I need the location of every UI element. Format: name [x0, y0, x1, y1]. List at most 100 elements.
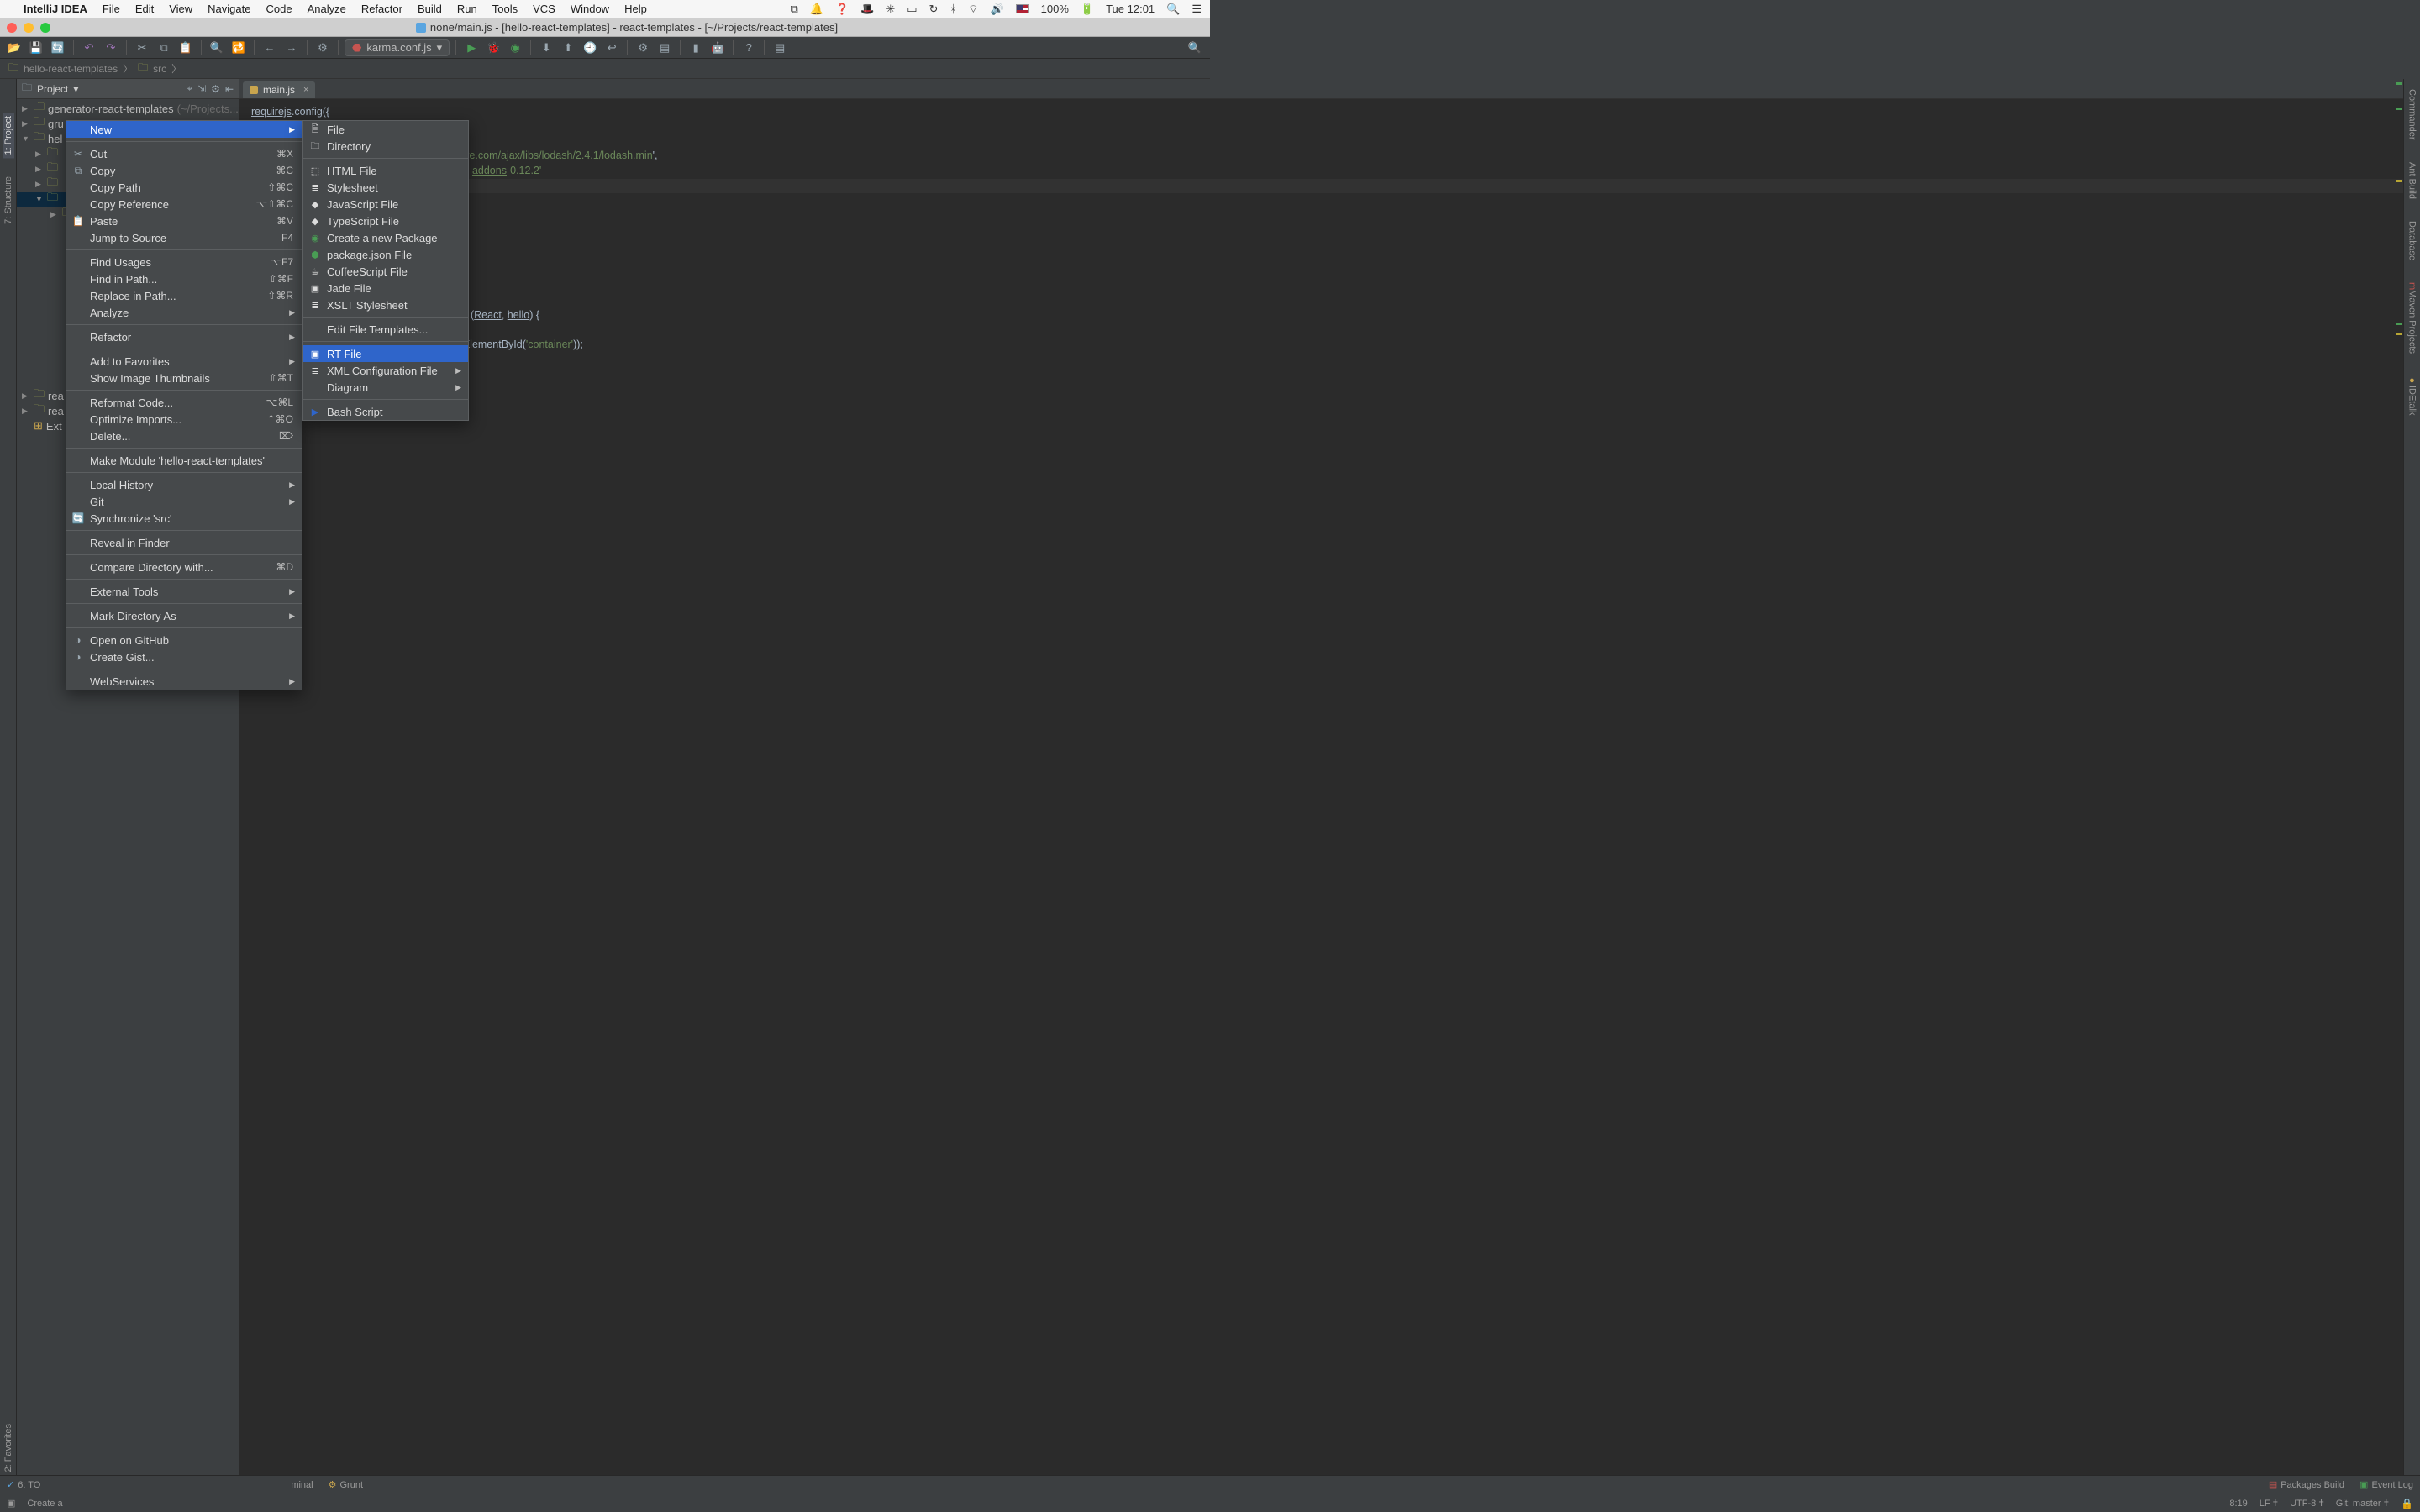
submenu-item-edit-file-templates[interactable]: Edit File Templates... [303, 321, 468, 338]
git-branch[interactable]: Git: master ǂ [2336, 1499, 2389, 1509]
cut-icon[interactable]: ✂︎ [133, 39, 151, 57]
menu-refactor[interactable]: Refactor [361, 3, 402, 15]
tab-packages-build[interactable]: ▤Packages Build [2269, 1479, 2344, 1490]
menu-window[interactable]: Window [571, 3, 609, 15]
settings-icon[interactable]: ⚙︎ [634, 39, 652, 57]
menu-tools[interactable]: Tools [492, 3, 518, 15]
gear-icon[interactable]: ⚙︎ [211, 83, 220, 95]
app-name[interactable]: IntelliJ IDEA [24, 3, 87, 15]
run-icon[interactable]: ▶ [462, 39, 481, 57]
menu-item-cut[interactable]: ✂︎Cut⌘X [66, 145, 302, 162]
tab-commander[interactable]: Commander [2407, 86, 2418, 144]
run-configuration-dropdown[interactable]: ⬣ karma.conf.js ▾ [345, 39, 450, 56]
tab-structure[interactable]: 7: Structure [3, 173, 14, 228]
tab-project[interactable]: 1: Project [3, 113, 14, 158]
menu-item-mark-directory-as[interactable]: Mark Directory As [66, 607, 302, 624]
collapse-all-icon[interactable]: ⇲ [197, 83, 206, 95]
submenu-item-rt-file[interactable]: ▣RT File [303, 345, 468, 362]
marker-ok[interactable] [2396, 82, 2402, 85]
submenu-item-stylesheet[interactable]: ≣Stylesheet [303, 179, 468, 196]
breadcrumb-root[interactable]: hello-react-templates [24, 63, 118, 75]
wifi-icon[interactable]: ⌔ [968, 3, 978, 16]
submenu-item-coffee-file[interactable]: ☕︎CoffeeScript File [303, 263, 468, 280]
submenu-item-package-json[interactable]: ⬢package.json File [303, 246, 468, 263]
menu-icon[interactable]: ☰ [1192, 3, 1202, 16]
timemachine-icon[interactable]: ↻ [929, 3, 939, 16]
menu-item-show-thumbnails[interactable]: Show Image Thumbnails⇧⌘T [66, 370, 302, 386]
marker-warning[interactable] [2396, 180, 2402, 182]
menu-item-local-history[interactable]: Local History [66, 476, 302, 493]
submenu-item-html-file[interactable]: ⬚HTML File [303, 162, 468, 179]
maximize-window-button[interactable] [40, 23, 50, 33]
submenu-item-bash-script[interactable]: ▶Bash Script [303, 403, 468, 420]
menu-item-create-gist[interactable]: ◑Create Gist... [66, 648, 302, 665]
structure-icon[interactable]: ▤ [771, 39, 789, 57]
breadcrumb-src[interactable]: src [153, 63, 166, 75]
submenu-item-xslt-stylesheet[interactable]: ≣XSLT Stylesheet [303, 297, 468, 313]
close-tab-icon[interactable]: × [303, 85, 308, 95]
tree-row[interactable]: ▶🗀 generator-react-templates (~/Projects… [17, 101, 239, 116]
tab-grunt[interactable]: ⚙︎Grunt [329, 1479, 363, 1490]
help-icon[interactable]: ? [739, 39, 758, 57]
menu-item-delete[interactable]: Delete...⌦ [66, 428, 302, 444]
menu-item-new[interactable]: New [66, 121, 302, 138]
volume-icon[interactable]: 🔊 [990, 3, 1003, 16]
menu-item-reveal-in-finder[interactable]: Reveal in Finder [66, 534, 302, 551]
vcs-update-icon[interactable]: ⬇︎ [537, 39, 555, 57]
tab-terminal[interactable]: minal [291, 1480, 313, 1490]
replace-icon[interactable]: 🔁 [229, 39, 248, 57]
copy-icon[interactable]: ⧉ [155, 39, 173, 57]
cursor-position[interactable]: 8:19 [2229, 1499, 2247, 1509]
bluetooth-icon[interactable]: ᚼ [950, 3, 956, 15]
menu-file[interactable]: File [103, 3, 120, 15]
chevron-down-icon[interactable]: ▾ [73, 83, 78, 95]
battery-percent[interactable]: 100% [1041, 3, 1069, 15]
menu-item-webservices[interactable]: WebServices [66, 673, 302, 690]
fan-icon[interactable]: ✳︎ [886, 3, 895, 16]
search-everywhere-icon[interactable]: 🔍 [1188, 41, 1202, 55]
code-editor[interactable]: requirejs.config({ are.com/ajax/libs/lod… [239, 99, 2403, 1475]
menu-vcs[interactable]: VCS [533, 3, 555, 15]
menu-item-optimize-imports[interactable]: Optimize Imports...⌃⌘O [66, 411, 302, 428]
vcs-history-icon[interactable]: 🕘 [581, 39, 599, 57]
paste-icon[interactable]: 📋 [176, 39, 195, 57]
notification-bell-icon[interactable]: 🔔 [810, 3, 823, 16]
tab-ant-build[interactable]: Ant Build [2407, 159, 2418, 202]
submenu-item-js-file[interactable]: ◆JavaScript File [303, 196, 468, 213]
vcs-revert-icon[interactable]: ↩︎ [602, 39, 621, 57]
submenu-item-jade-file[interactable]: ▣Jade File [303, 280, 468, 297]
menu-item-refactor[interactable]: Refactor [66, 328, 302, 345]
menu-view[interactable]: View [169, 3, 192, 15]
menu-item-copy-path[interactable]: Copy Path⇧⌘C [66, 179, 302, 196]
tab-event-log[interactable]: ▣Event Log [2360, 1479, 2413, 1490]
submenu-item-create-package[interactable]: ◉Create a new Package [303, 229, 468, 246]
menu-analyze[interactable]: Analyze [308, 3, 346, 15]
tab-idetalk[interactable]: ●IDEtalk [2407, 372, 2418, 418]
menu-item-find-in-path[interactable]: Find in Path...⇧⌘F [66, 270, 302, 287]
display-icon[interactable]: ▭ [907, 3, 917, 16]
editor-tab-mainjs[interactable]: main.js × [243, 81, 315, 98]
menu-item-paste[interactable]: 📋Paste⌘V [66, 213, 302, 229]
tab-favorites[interactable]: 2: Favorites [3, 1420, 14, 1475]
menu-item-copy[interactable]: ⧉Copy⌘C [66, 162, 302, 179]
tab-database[interactable]: Database [2407, 218, 2418, 264]
spotlight-icon[interactable]: 🔍 [1166, 3, 1180, 16]
error-stripe[interactable] [2393, 79, 2403, 1475]
menu-item-compare-directory[interactable]: Compare Directory with...⌘D [66, 559, 302, 575]
menu-help[interactable]: Help [624, 3, 647, 15]
submenu-item-xml-config[interactable]: ≣XML Configuration File [303, 362, 468, 379]
back-icon[interactable]: ← [260, 39, 279, 57]
save-all-icon[interactable]: 💾 [27, 39, 45, 57]
hide-icon[interactable]: ⇤ [225, 83, 234, 95]
menu-item-make-module[interactable]: Make Module 'hello-react-templates' [66, 452, 302, 469]
menu-edit[interactable]: Edit [135, 3, 154, 15]
minimize-window-button[interactable] [24, 23, 34, 33]
clock[interactable]: Tue 12:01 [1106, 3, 1155, 15]
sync-icon[interactable]: 🔄 [49, 39, 67, 57]
menu-item-external-tools[interactable]: External Tools [66, 583, 302, 600]
submenu-item-diagram[interactable]: Diagram [303, 379, 468, 396]
menu-item-find-usages[interactable]: Find Usages⌥F7 [66, 254, 302, 270]
file-encoding[interactable]: UTF-8 ǂ [2290, 1499, 2324, 1509]
screencast-icon[interactable]: ⧉ [790, 3, 797, 16]
menu-item-synchronize[interactable]: 🔄Synchronize 'src' [66, 510, 302, 527]
